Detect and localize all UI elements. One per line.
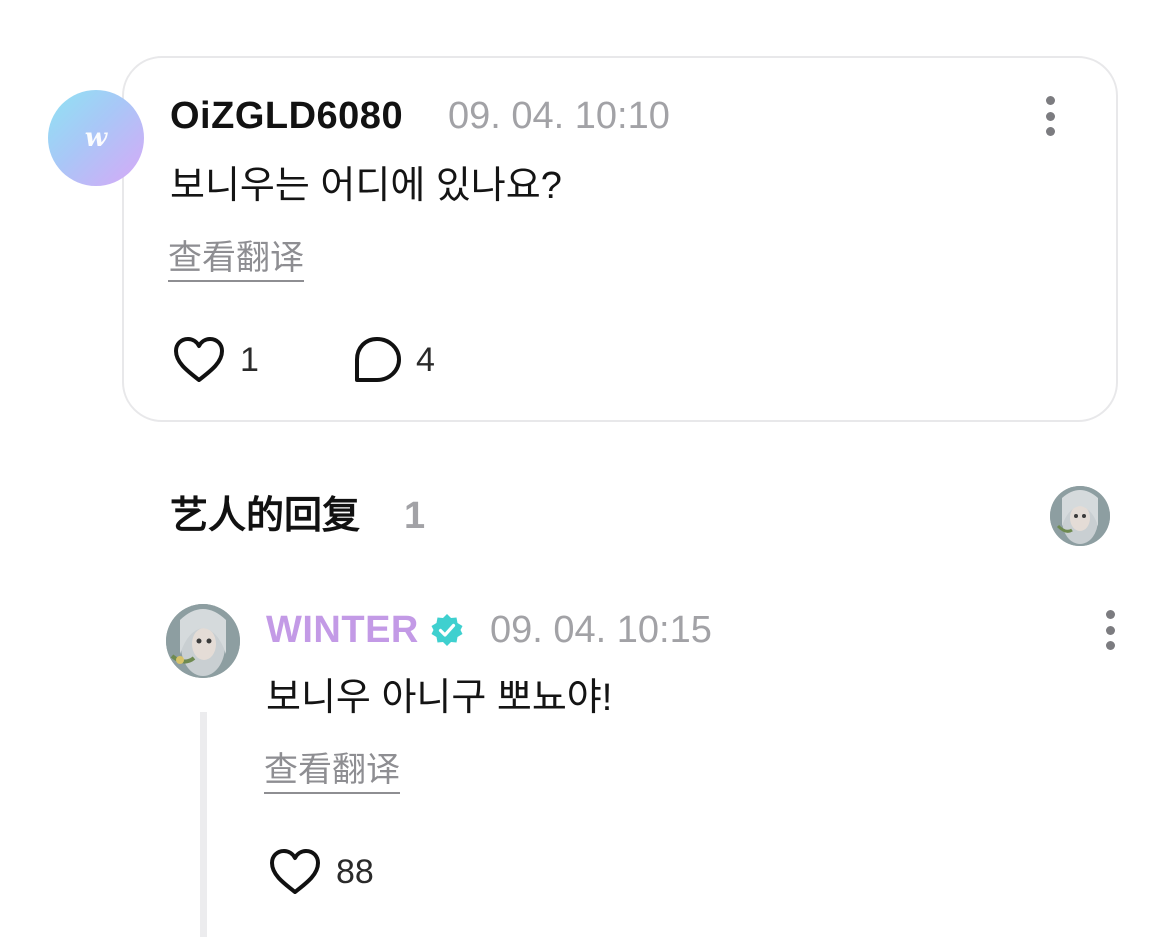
speech-bubble-icon bbox=[355, 337, 401, 382]
artist-replies-title: 艺人的回复 bbox=[170, 495, 361, 537]
comment-username[interactable]: OiZGLD6080 bbox=[170, 94, 403, 138]
artist-reply-like-button[interactable]: 88 bbox=[268, 848, 374, 896]
comment-reply-button[interactable]: 4 bbox=[352, 336, 435, 384]
comment-more-button[interactable] bbox=[1044, 96, 1056, 136]
weverse-logo-icon: w bbox=[84, 123, 108, 153]
user-avatar[interactable]: w bbox=[48, 90, 144, 186]
verified-badge-icon bbox=[431, 614, 463, 646]
thread-line bbox=[200, 712, 207, 937]
artist-avatar-small[interactable] bbox=[1050, 486, 1110, 546]
artist-username[interactable]: WINTER bbox=[266, 608, 419, 652]
heart-icon bbox=[270, 849, 320, 894]
artist-avatar[interactable] bbox=[166, 604, 240, 678]
artist-reply-text: 보니우 아니구 뽀뇨야! bbox=[266, 677, 613, 719]
artist-reply-more-button[interactable] bbox=[1104, 610, 1116, 650]
artist-replies-count: 1 bbox=[404, 495, 426, 537]
artist-reply-like-count: 88 bbox=[336, 853, 374, 891]
more-vertical-icon bbox=[1045, 96, 1055, 105]
artist-reply-timestamp: 09. 04. 10:15 bbox=[490, 609, 712, 651]
comment-like-button[interactable]: 1 bbox=[172, 336, 259, 384]
comment-reply-count: 4 bbox=[416, 341, 435, 379]
more-vertical-icon bbox=[1105, 610, 1115, 619]
comment-timestamp: 09. 04. 10:10 bbox=[448, 95, 670, 137]
artist-reply-translate-link[interactable]: 查看翻译 bbox=[264, 750, 400, 794]
comment-translate-link[interactable]: 查看翻译 bbox=[168, 238, 304, 282]
comment-like-count: 1 bbox=[240, 341, 259, 379]
comment-text: 보니우는 어디에 있나요? bbox=[170, 165, 562, 207]
heart-icon bbox=[174, 337, 224, 382]
